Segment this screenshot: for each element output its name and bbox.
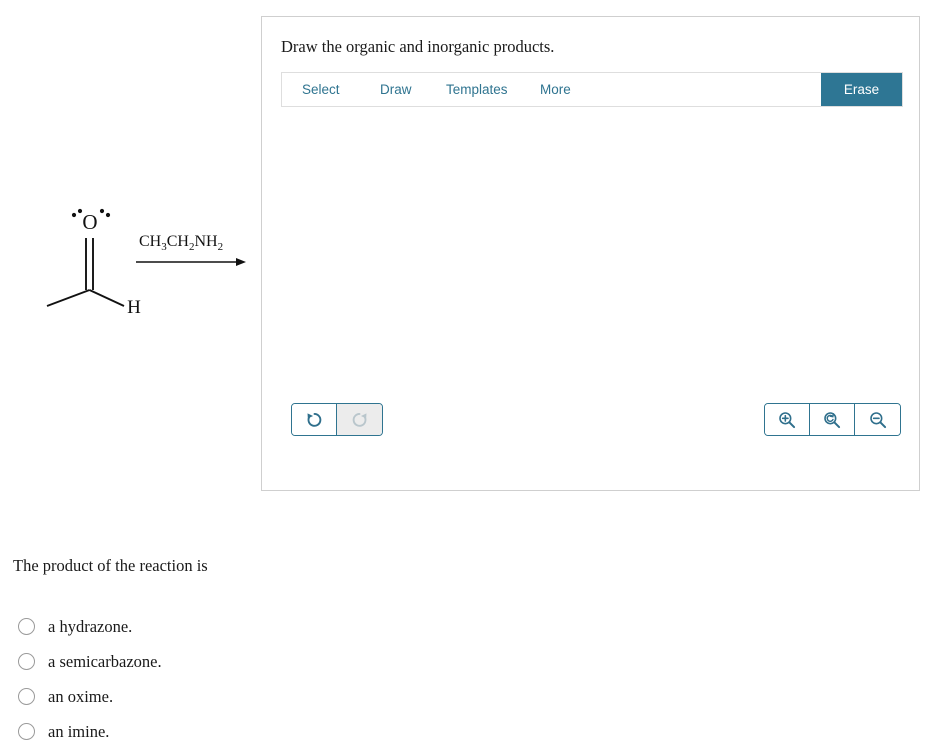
undo-button[interactable] <box>292 404 337 435</box>
answer-choice-label: a semicarbazone. <box>48 651 162 671</box>
tab-templates[interactable]: Templates <box>446 73 508 106</box>
reaction-scheme: O H CH3CH2NH2 <box>14 196 259 326</box>
magnifier-plus-icon <box>777 410 797 430</box>
answer-choice-label: an imine. <box>48 721 110 741</box>
redo-icon <box>350 410 369 429</box>
answer-choice-label: a hydrazone. <box>48 616 133 636</box>
answer-choice-list: a hydrazone. a semicarbazone. an oxime. … <box>13 609 433 749</box>
history-button-group <box>291 403 383 436</box>
answer-choice-oxime[interactable]: an oxime. <box>13 679 433 714</box>
methyl-bond-line <box>46 289 90 307</box>
magnifier-minus-icon <box>868 410 888 430</box>
answer-choice-hydrazone[interactable]: a hydrazone. <box>13 609 433 644</box>
redo-button <box>337 404 382 435</box>
oxygen-atom-label: O <box>82 210 97 234</box>
zoom-in-button[interactable] <box>765 404 810 435</box>
oxygen-lone-pair-dot <box>99 208 105 214</box>
radio-button[interactable] <box>18 618 35 635</box>
zoom-button-group <box>764 403 901 436</box>
reaction-arrow-head <box>236 258 246 266</box>
drawing-canvas[interactable] <box>282 109 902 399</box>
tab-select[interactable]: Select <box>302 73 340 106</box>
tab-draw[interactable]: Draw <box>380 73 412 106</box>
zoom-reset-button[interactable] <box>810 404 855 435</box>
answer-choice-semicarbazone[interactable]: a semicarbazone. <box>13 644 433 679</box>
radio-button[interactable] <box>18 688 35 705</box>
reaction-scheme-svg: O H CH3CH2NH2 <box>46 208 246 318</box>
panel-prompt: Draw the organic and inorganic products. <box>281 37 555 56</box>
erase-button[interactable]: Erase <box>821 73 902 106</box>
reagent-formula: CH3CH2NH2 <box>139 233 223 253</box>
oxygen-lone-pair-dot <box>71 212 77 218</box>
molecule-drawing-panel: Draw the organic and inorganic products.… <box>261 16 920 491</box>
aldehyde-hydrogen-bond-line <box>89 289 125 307</box>
hydrogen-atom-label: H <box>127 297 141 318</box>
question-stem: The product of the reaction is <box>13 556 208 575</box>
answer-choice-label: an oxime. <box>48 686 114 706</box>
tab-more[interactable]: More <box>540 73 571 106</box>
radio-button[interactable] <box>18 723 35 740</box>
undo-icon <box>305 410 324 429</box>
answer-choice-imine[interactable]: an imine. <box>13 714 433 749</box>
oxygen-lone-pair-dot <box>105 212 111 218</box>
zoom-out-button[interactable] <box>855 404 900 435</box>
drawing-toolbar: Select Draw Templates More Erase <box>281 72 903 107</box>
magnifier-reset-icon <box>822 410 842 430</box>
radio-button[interactable] <box>18 653 35 670</box>
